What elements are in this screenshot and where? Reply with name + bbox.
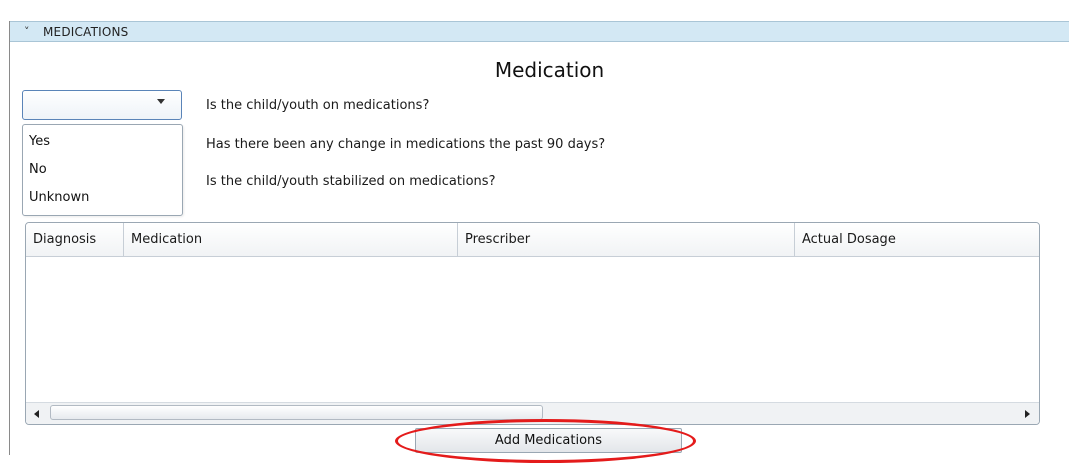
- caret-down-icon[interactable]: [157, 99, 165, 104]
- option-no[interactable]: No: [29, 161, 47, 179]
- arrow-right-icon[interactable]: [1025, 410, 1030, 418]
- column-header-diagnosis[interactable]: Diagnosis: [26, 223, 124, 257]
- column-header-prescriber[interactable]: Prescriber: [458, 223, 795, 257]
- horizontal-scrollbar[interactable]: [26, 402, 1039, 424]
- combo-dropdown-list: Yes No Unknown: [22, 124, 183, 216]
- question-on-medications: Is the child/youth on medications?: [206, 98, 430, 113]
- arrow-left-icon[interactable]: [34, 410, 39, 418]
- question-stabilized: Is the child/youth stabilized on medicat…: [206, 174, 496, 189]
- page-title: Medication: [494, 58, 605, 82]
- column-header-actual-dosage[interactable]: Actual Dosage: [795, 223, 1039, 257]
- section-header[interactable]: ˅ MEDICATIONS: [10, 21, 1069, 42]
- add-medications-button[interactable]: Add Medications: [415, 428, 682, 453]
- question-medication-change: Has there been any change in medications…: [206, 137, 606, 152]
- chevron-down-icon[interactable]: ˅: [24, 23, 30, 41]
- medications-grid: Diagnosis Medication Prescriber Actual D…: [25, 222, 1040, 425]
- grid-header: Diagnosis Medication Prescriber Actual D…: [26, 223, 1039, 257]
- option-yes[interactable]: Yes: [29, 133, 50, 151]
- section-title: MEDICATIONS: [43, 25, 129, 39]
- medications-combo[interactable]: [22, 90, 182, 120]
- option-unknown[interactable]: Unknown: [29, 189, 89, 207]
- scrollbar-thumb[interactable]: [50, 405, 543, 420]
- column-header-medication[interactable]: Medication: [124, 223, 458, 257]
